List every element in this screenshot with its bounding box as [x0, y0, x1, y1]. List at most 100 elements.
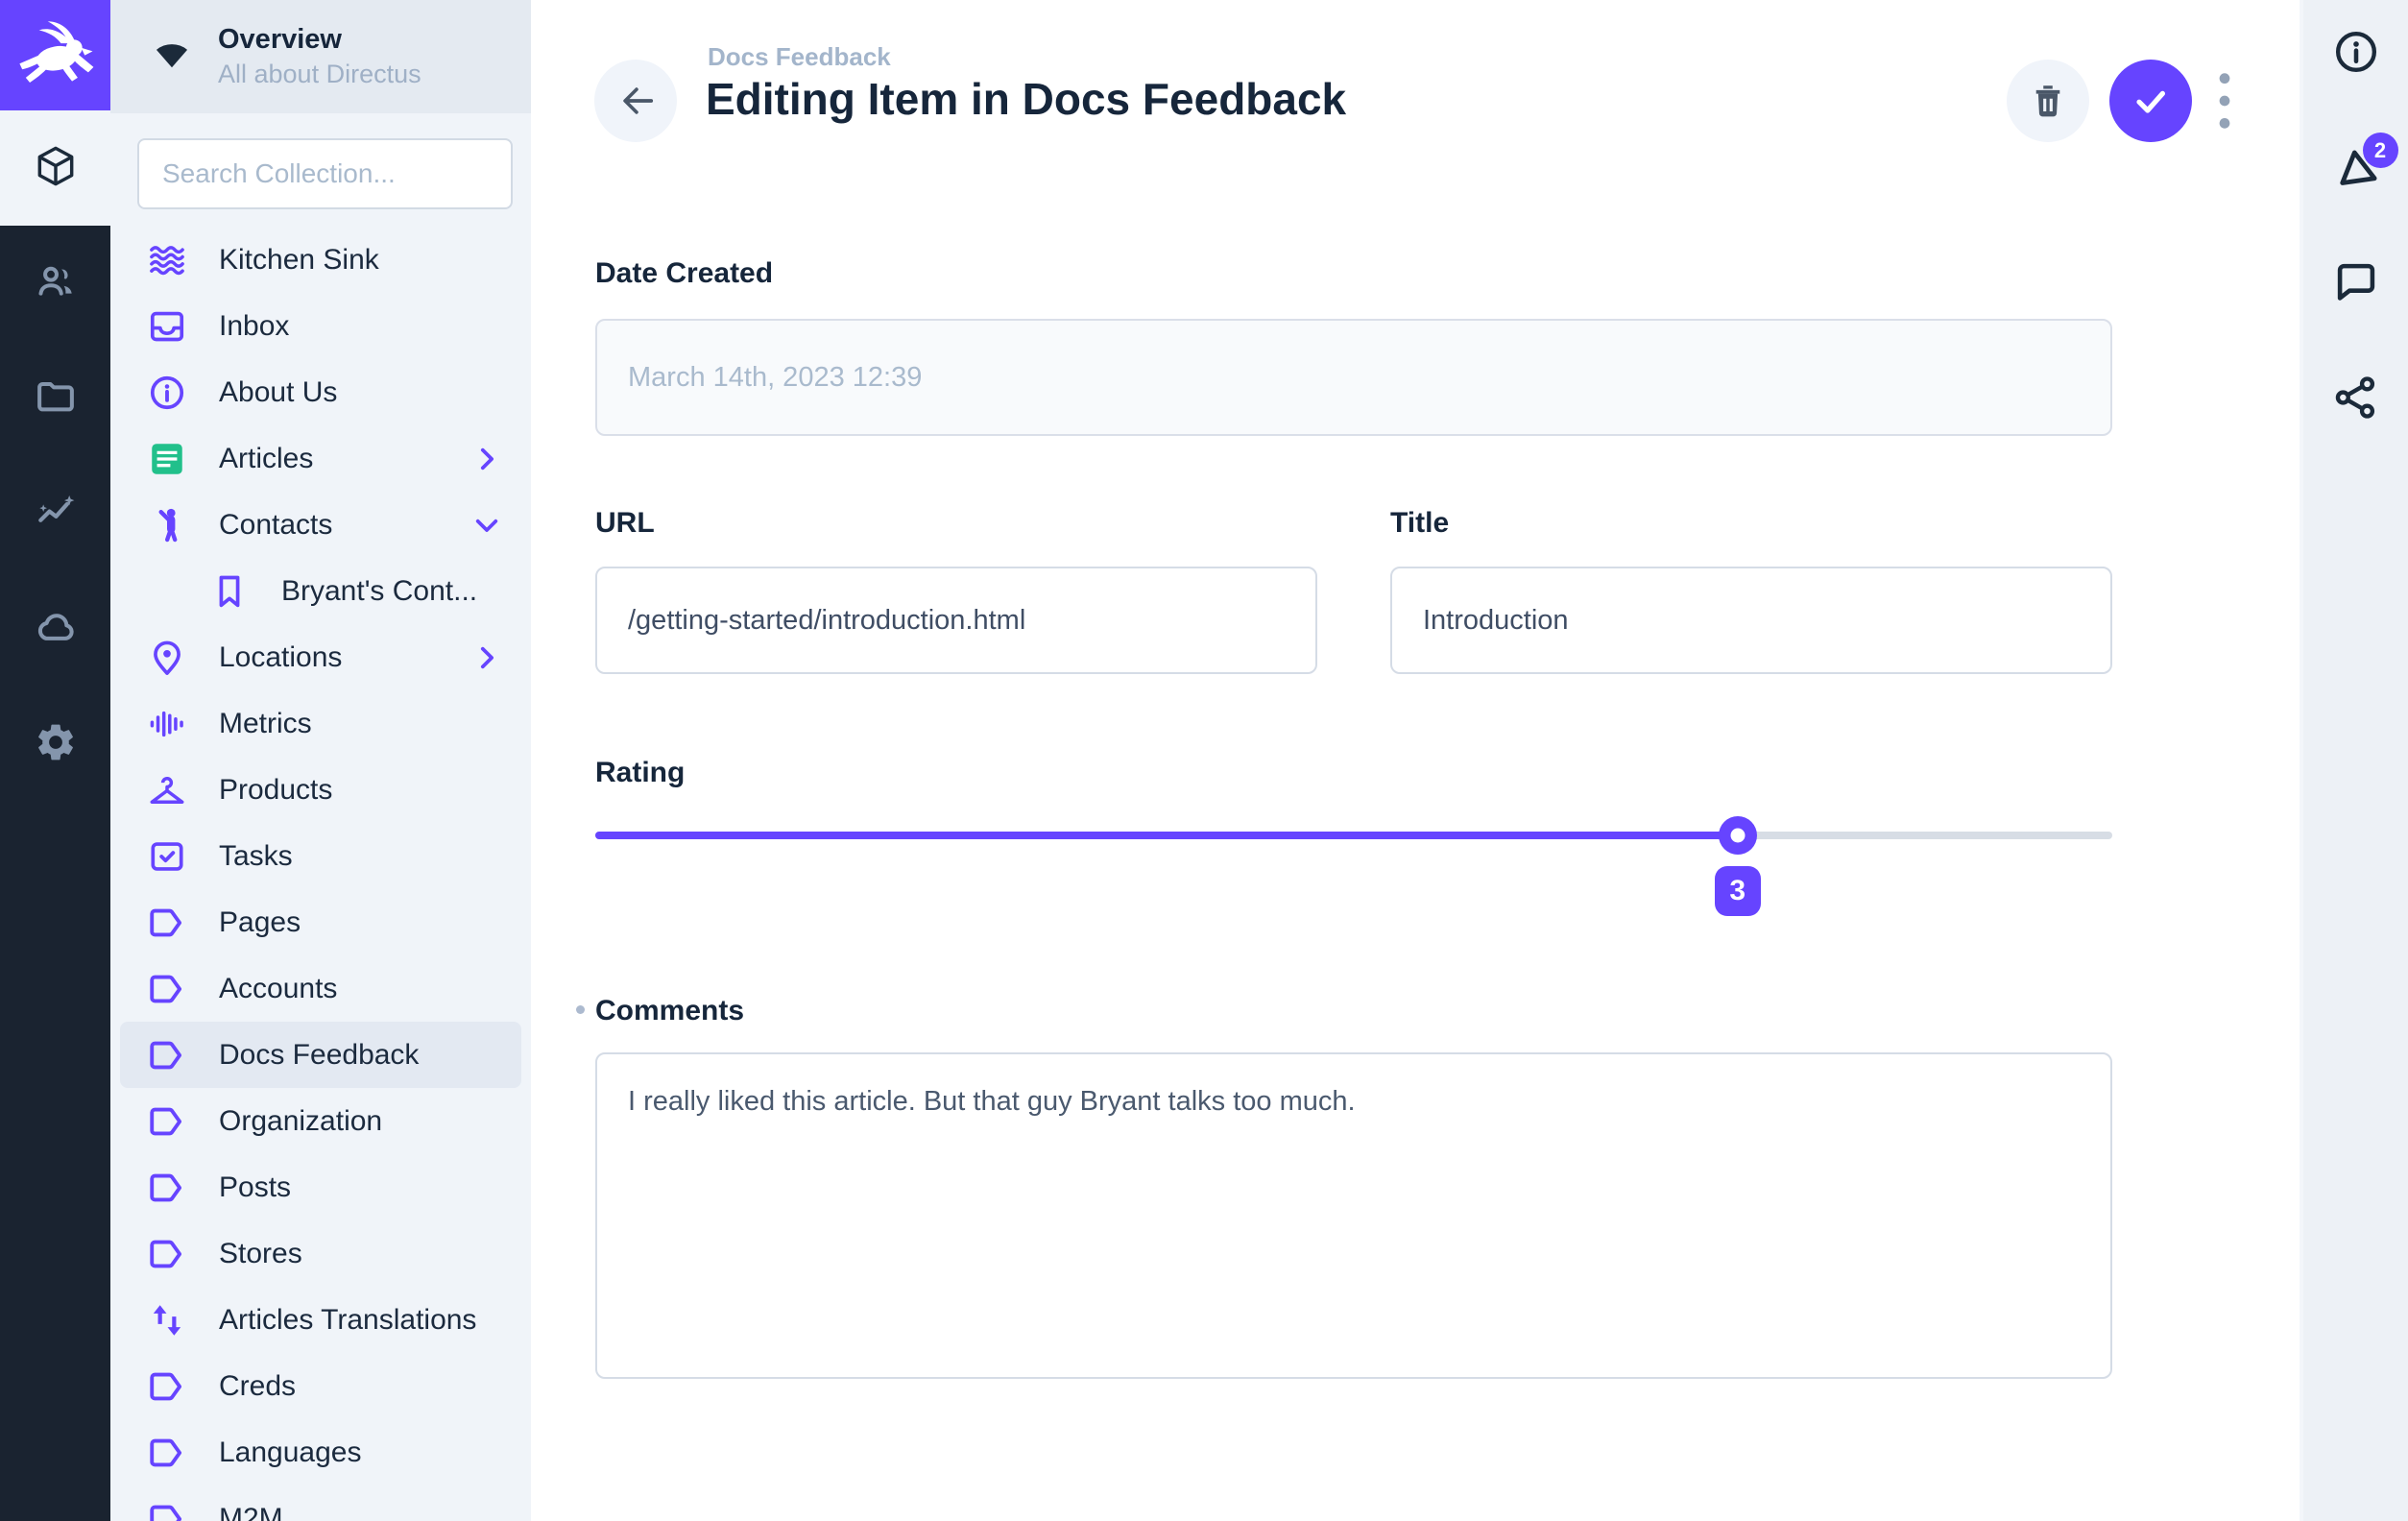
hanger-icon	[147, 770, 187, 810]
back-button[interactable]	[594, 60, 677, 142]
url-input[interactable]	[595, 567, 1317, 674]
sidebar-item-tasks[interactable]: Tasks	[120, 823, 521, 889]
search-collection-input[interactable]	[139, 158, 511, 189]
title-input[interactable]	[1390, 567, 2112, 674]
person-wave-icon	[147, 505, 187, 545]
sidebar-item-articles-translations[interactable]: Articles Translations	[120, 1287, 521, 1353]
sidebar-item-locations[interactable]: Locations	[120, 624, 521, 690]
sidebar-item-posts[interactable]: Posts	[120, 1154, 521, 1220]
comments-textarea[interactable]: I really liked this article. But that gu…	[595, 1052, 2112, 1379]
arrow-left-icon	[614, 79, 658, 123]
sidebar-item-accounts[interactable]: Accounts	[120, 955, 521, 1022]
sidebar-item-products[interactable]: Products	[120, 757, 521, 823]
kebab-menu-icon	[2211, 69, 2238, 133]
chevron-right-icon[interactable]	[470, 640, 504, 675]
label-icon	[147, 1234, 187, 1274]
sidebar-item-articles[interactable]: Articles	[120, 425, 521, 492]
main-content: Docs Feedback Editing Item in Docs Feedb…	[531, 0, 2300, 1521]
rating-slider-knob[interactable]	[1719, 816, 1757, 855]
module-bar-items	[0, 110, 110, 1521]
insights-icon	[34, 490, 78, 539]
sidebar-item-label: Metrics	[219, 708, 504, 740]
sidebar-item-stores[interactable]: Stores	[120, 1220, 521, 1287]
sidebar-item-languages[interactable]: Languages	[120, 1419, 521, 1485]
module-bar	[0, 0, 110, 1521]
title-label: Title	[1390, 507, 2112, 540]
sidebar-item-label: About Us	[219, 376, 504, 409]
sidebar-item-label: Pages	[219, 906, 504, 939]
date-created-input[interactable]	[595, 319, 2112, 436]
article-icon	[147, 439, 187, 479]
sidebar-item-label: Inbox	[219, 310, 504, 343]
sidebar-item-kitchen-sink[interactable]: Kitchen Sink	[120, 227, 521, 293]
notification-count-badge: 2	[2363, 133, 2398, 168]
search-collection-box	[137, 138, 513, 209]
module-box-button[interactable]	[0, 110, 110, 226]
sidebar-item-docs-feedback[interactable]: Docs Feedback	[120, 1022, 521, 1088]
label-icon	[147, 903, 187, 943]
field-comments: Comments I really liked this article. Bu…	[595, 995, 2112, 1379]
share-icon	[2331, 373, 2381, 427]
sidebar-item-label: Locations	[219, 641, 470, 674]
sidebar-item-about-us[interactable]: About Us	[120, 359, 521, 425]
rating-slider-fill	[595, 832, 1738, 839]
sidebar-item-label: Languages	[219, 1436, 504, 1469]
sidebar-item-label: Creds	[219, 1370, 504, 1403]
project-header[interactable]: Overview All about Directus	[110, 0, 531, 113]
sidebar-item-creds[interactable]: Creds	[120, 1353, 521, 1419]
module-cloud-button[interactable]	[0, 571, 110, 687]
sidebar-item-m2m[interactable]: M2M	[120, 1485, 521, 1521]
label-icon	[147, 1168, 187, 1208]
sidebar-item-bryant-s-cont[interactable]: Bryant's Cont...	[120, 558, 521, 624]
module-gear-button[interactable]	[0, 687, 110, 802]
project-subtitle: All about Directus	[218, 60, 421, 89]
module-people-button[interactable]	[0, 226, 110, 341]
app-window: Overview All about Directus Kitchen Sink…	[0, 0, 2408, 1521]
collections-sidebar: Overview All about Directus Kitchen Sink…	[110, 0, 531, 1521]
notifications-sidebar-button[interactable]: 2	[2329, 142, 2383, 196]
sidebar-item-label: Articles	[219, 443, 470, 475]
place-icon	[147, 638, 187, 678]
chat-icon	[2331, 257, 2381, 312]
breadcrumb[interactable]: Docs Feedback	[708, 42, 891, 72]
rating-label: Rating	[595, 757, 2112, 789]
sidebar-item-label: Products	[219, 774, 504, 807]
chevron-down-icon[interactable]	[470, 508, 504, 543]
sidebar-item-label: Kitchen Sink	[219, 244, 504, 277]
chat-sidebar-button[interactable]	[2329, 257, 2383, 311]
date-created-label: Date Created	[595, 257, 2112, 290]
sidebar-item-inbox[interactable]: Inbox	[120, 293, 521, 359]
label-icon	[147, 1101, 187, 1142]
more-options-button[interactable]	[2203, 67, 2246, 134]
sidebar-item-metrics[interactable]: Metrics	[120, 690, 521, 757]
waves-icon	[147, 240, 187, 280]
save-button[interactable]	[2109, 60, 2192, 142]
label-icon	[147, 1035, 187, 1075]
field-title: Title	[1390, 507, 2112, 674]
sidebar-item-organization[interactable]: Organization	[120, 1088, 521, 1154]
delete-button[interactable]	[2007, 60, 2089, 142]
sidebar-item-label: Stores	[219, 1238, 504, 1270]
trash-icon	[2027, 80, 2069, 122]
module-insights-button[interactable]	[0, 456, 110, 571]
info-sidebar-button[interactable]	[2329, 27, 2383, 81]
bookmark-icon	[209, 571, 250, 612]
inbox-icon	[147, 306, 187, 347]
collections-list: Kitchen Sink Inbox About Us Articles Contact…	[110, 227, 531, 1521]
url-title-row: URL Title	[595, 507, 2112, 674]
rating-slider[interactable]: 3	[595, 832, 2112, 839]
edited-indicator-dot	[576, 1005, 585, 1014]
project-fan-icon	[147, 32, 197, 82]
box-icon	[34, 144, 78, 193]
share-sidebar-button[interactable]	[2329, 373, 2383, 426]
people-icon	[34, 259, 78, 308]
chevron-right-icon[interactable]	[470, 442, 504, 476]
directus-logo[interactable]	[0, 0, 110, 110]
sidebar-item-pages[interactable]: Pages	[120, 889, 521, 955]
label-icon	[147, 1499, 187, 1521]
sidebar-item-label: Accounts	[219, 973, 504, 1005]
sidebar-item-contacts[interactable]: Contacts	[120, 492, 521, 558]
equalizer-icon	[147, 704, 187, 744]
label-icon	[147, 1366, 187, 1407]
module-folder-button[interactable]	[0, 341, 110, 456]
